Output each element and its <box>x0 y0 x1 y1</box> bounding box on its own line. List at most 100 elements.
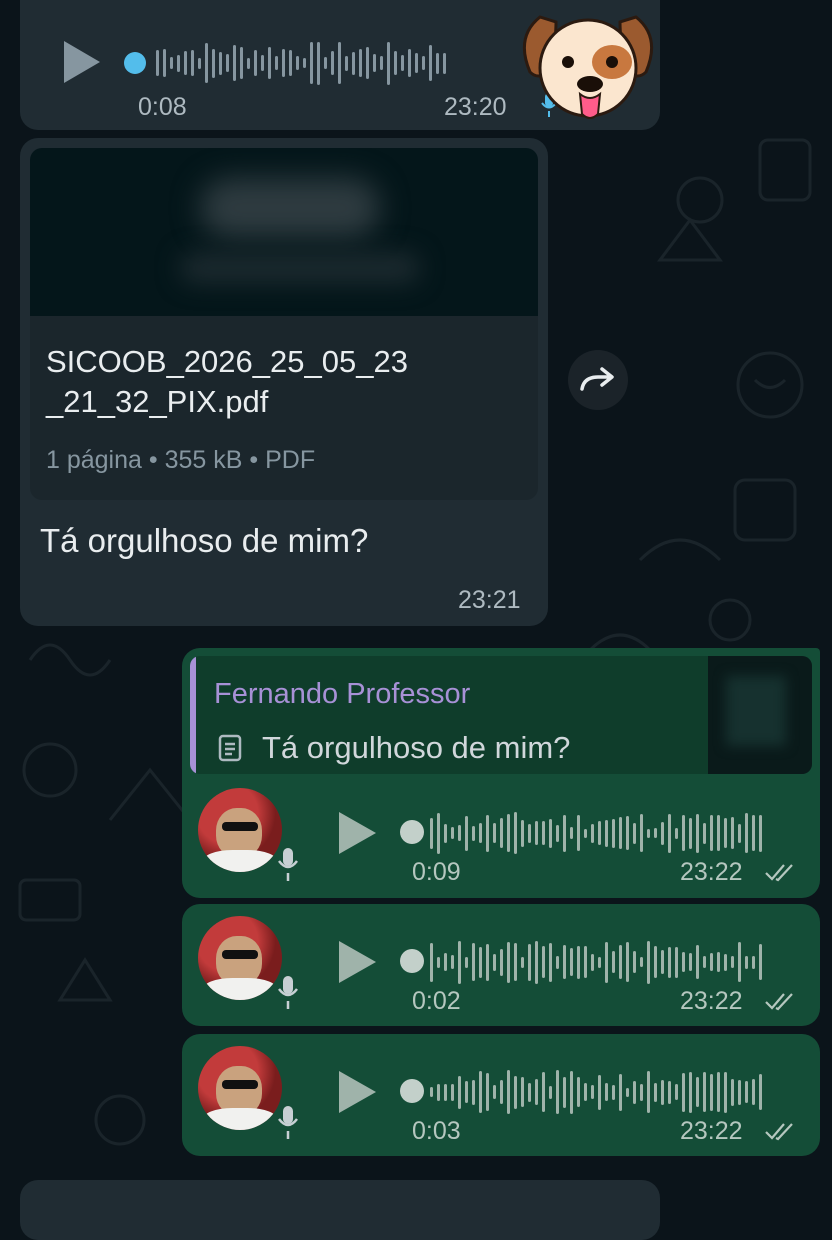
waveform-bar <box>486 1073 489 1111</box>
waveform-bar <box>233 45 236 81</box>
waveform-bar <box>528 943 531 981</box>
waveform-bar <box>731 956 734 968</box>
waveform-bar <box>633 1080 636 1104</box>
waveform-bar <box>717 1072 720 1112</box>
waveform-bar <box>268 47 271 79</box>
waveform-bar <box>584 828 587 838</box>
outgoing-audio-message: Fernando Professor Tá orgulhoso de mim? … <box>182 648 820 898</box>
mic-icon <box>278 848 298 881</box>
waveform-bar <box>514 812 517 854</box>
document-icon <box>218 734 242 762</box>
waveform-bar <box>465 815 468 851</box>
waveform-bar <box>647 1071 650 1113</box>
waveform-bar <box>689 817 692 849</box>
waveform-bar <box>212 48 215 78</box>
waveform-bar <box>535 821 538 845</box>
reply-quote[interactable]: Fernando Professor Tá orgulhoso de mim? <box>190 656 812 774</box>
waveform-bar <box>654 828 657 838</box>
waveform-bar <box>415 53 418 73</box>
waveform-bar <box>598 1074 601 1110</box>
document-pages: 1 página <box>46 446 142 474</box>
waveform-bar <box>443 52 446 74</box>
audio-waveform[interactable] <box>430 931 762 993</box>
forward-button[interactable] <box>568 350 628 410</box>
waveform-bar <box>647 940 650 984</box>
waveform-bar <box>703 822 706 844</box>
message-time: 23:21 <box>458 586 521 614</box>
waveform-bar <box>563 1076 566 1108</box>
waveform-bar <box>710 815 713 851</box>
play-icon[interactable] <box>64 41 100 83</box>
waveform-bar <box>563 814 566 852</box>
waveform-bar <box>429 45 432 81</box>
waveform-bar <box>577 945 580 979</box>
waveform-bar <box>549 942 552 982</box>
waveform-bar <box>366 47 369 79</box>
audio-waveform[interactable] <box>430 1061 762 1123</box>
waveform-bar <box>430 817 433 849</box>
waveform-bar <box>331 51 334 75</box>
waveform-bar <box>156 50 159 76</box>
waveform-bar <box>598 956 601 968</box>
waveform-bar <box>689 1071 692 1113</box>
document-preview[interactable] <box>30 148 538 316</box>
waveform-bar <box>317 41 320 85</box>
avatar[interactable] <box>198 1046 282 1130</box>
waveform-bar <box>479 823 482 843</box>
audio-waveform[interactable] <box>430 802 762 864</box>
waveform-bar <box>745 955 748 969</box>
waveform-bar <box>633 951 636 973</box>
document-info[interactable]: SICOOB_2026_25_05_23 _21_32_PIX.pdf 1 pá… <box>30 316 538 500</box>
waveform-bar <box>191 50 194 76</box>
playback-dot[interactable] <box>400 820 424 844</box>
waveform-bar <box>472 825 475 841</box>
waveform-bar <box>759 814 762 852</box>
waveform-bar <box>759 1074 762 1110</box>
outgoing-audio-message: 0:03 23:22 <box>182 1034 820 1156</box>
waveform-bar <box>170 57 173 69</box>
avatar[interactable] <box>198 916 282 1000</box>
waveform-bar <box>633 822 636 844</box>
waveform-bar <box>682 952 685 972</box>
waveform-bar <box>626 942 629 982</box>
waveform-bar <box>745 1081 748 1103</box>
waveform-bar <box>451 1083 454 1101</box>
message-time: 23:22 <box>680 1117 743 1145</box>
waveform-bar <box>436 52 439 74</box>
double-check-icon <box>765 1123 793 1141</box>
waveform-bar <box>507 1070 510 1114</box>
document-filename: SICOOB_2026_25_05_23 _21_32_PIX.pdf <box>46 344 408 419</box>
waveform-bar <box>556 824 559 842</box>
waveform-bar <box>430 1087 433 1097</box>
waveform-bar <box>570 1070 573 1114</box>
waveform-bar <box>752 1079 755 1105</box>
playback-dot[interactable] <box>400 949 424 973</box>
waveform-bar <box>605 941 608 983</box>
playback-dot[interactable] <box>124 52 146 74</box>
waveform-bar <box>759 944 762 980</box>
waveform-bar <box>254 50 257 76</box>
play-icon[interactable] <box>339 1071 376 1113</box>
audio-duration: 0:08 <box>138 93 187 121</box>
message-time: 23:22 <box>680 858 743 886</box>
waveform-bar <box>542 1072 545 1112</box>
mic-icon <box>278 976 298 1009</box>
play-icon[interactable] <box>339 812 376 854</box>
waveform-bar <box>458 825 461 841</box>
waveform-bar <box>640 814 643 852</box>
reply-quoted-text: Tá orgulhoso de mim? <box>262 730 571 765</box>
waveform-bar <box>570 827 573 839</box>
waveform-bar <box>430 942 433 982</box>
waveform-bar <box>521 819 524 847</box>
audio-waveform[interactable] <box>156 32 446 94</box>
playback-dot[interactable] <box>400 1079 424 1103</box>
waveform-bar <box>240 47 243 79</box>
play-icon[interactable] <box>339 941 376 983</box>
waveform-bar <box>324 57 327 69</box>
avatar[interactable] <box>198 788 282 872</box>
waveform-bar <box>528 1082 531 1102</box>
waveform-bar <box>352 51 355 75</box>
waveform-bar <box>437 1083 440 1101</box>
waveform-bar <box>577 815 580 851</box>
incoming-message-partial <box>20 1180 660 1240</box>
